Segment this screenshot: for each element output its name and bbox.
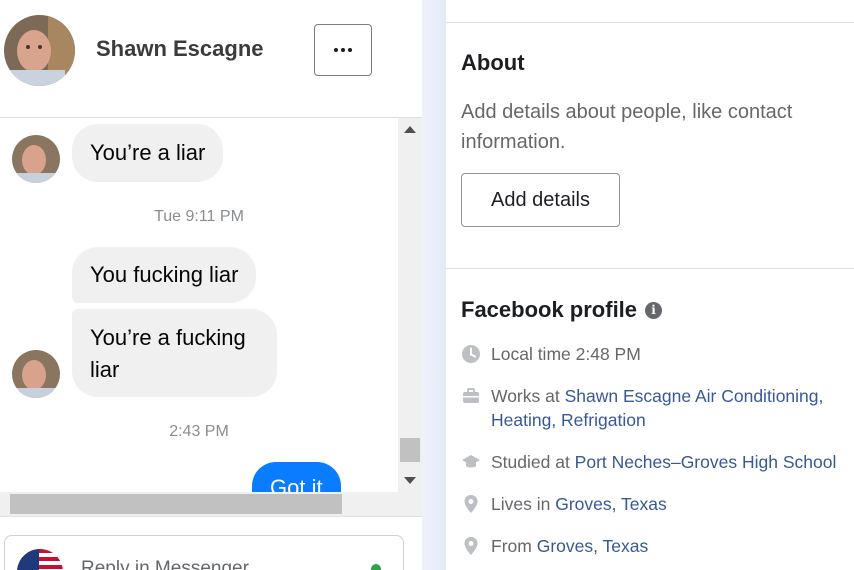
divider (446, 268, 854, 269)
location-pin-icon (464, 495, 478, 513)
reply-input[interactable]: Reply in Messenger (4, 535, 404, 570)
location-pin-icon (464, 537, 478, 555)
scroll-down-icon[interactable] (404, 477, 416, 484)
chat-pane: Shawn Escagne You’re a liar Tue 9:11 PM … (0, 0, 422, 570)
more-icon (334, 48, 352, 52)
message-bubble[interactable]: You fucking liar (72, 247, 257, 303)
message-bubble[interactable]: You’re a liar (72, 124, 224, 182)
studied-link[interactable]: Port Neches–Groves High School (575, 452, 837, 472)
more-options-button[interactable] (314, 24, 372, 76)
profile-pane: About Add details about people, like con… (446, 0, 854, 570)
from-text: From Groves, Texas (491, 534, 854, 558)
online-status-dot (371, 564, 381, 570)
sender-avatar[interactable] (12, 350, 60, 398)
user-avatar (17, 549, 63, 570)
horizontal-scrollbar[interactable] (0, 492, 398, 516)
from-prefix: From (491, 536, 537, 556)
works-text: Works at Shawn Escagne Air Conditioning,… (491, 384, 854, 432)
vertical-scrollbar[interactable] (398, 118, 422, 492)
about-description: Add details about people, like contact i… (461, 101, 793, 153)
chat-header: Shawn Escagne (0, 0, 422, 118)
message-thread[interactable]: You’re a liar Tue 9:11 PM You fucking li… (0, 118, 398, 492)
message-line: You’re a fucking (90, 325, 246, 350)
info-icon[interactable]: i (645, 301, 663, 319)
message-line: liar (90, 357, 120, 382)
lives-prefix: Lives in (491, 494, 556, 514)
scroll-thumb[interactable] (400, 438, 420, 462)
divider (446, 22, 854, 23)
about-heading: About (461, 50, 525, 75)
briefcase-icon (463, 388, 479, 403)
contact-name[interactable]: Shawn Escagne (96, 36, 264, 62)
reply-placeholder: Reply in Messenger (81, 558, 249, 570)
studied-prefix: Studied at (491, 452, 575, 472)
add-details-button[interactable]: Add details (461, 173, 620, 227)
sent-message-bubble[interactable]: Got it (252, 462, 341, 492)
local-time-text: Local time 2:48 PM (491, 344, 641, 364)
message-bubble[interactable]: You’re a fucking liar (72, 309, 277, 397)
scroll-thumb[interactable] (10, 494, 342, 514)
lives-text: Lives in Groves, Texas (491, 492, 854, 516)
studied-text: Studied at Port Neches–Groves High Schoo… (491, 450, 854, 474)
contact-avatar[interactable] (4, 15, 75, 86)
message-timestamp: Tue 9:11 PM (154, 208, 244, 225)
scroll-up-icon[interactable] (404, 126, 416, 133)
reply-bar: Reply in Messenger (0, 516, 422, 570)
works-prefix: Works at (491, 386, 565, 406)
lives-link[interactable]: Groves, Texas (555, 494, 667, 514)
pane-divider (422, 0, 446, 570)
graduation-cap-icon (462, 455, 480, 468)
facebook-profile-heading: Facebook profile i (461, 297, 663, 323)
scrollbar-corner (398, 492, 422, 516)
from-link[interactable]: Groves, Texas (537, 536, 649, 556)
message-timestamp: 2:43 PM (169, 423, 229, 440)
sender-avatar[interactable] (12, 135, 60, 183)
facebook-profile-title: Facebook profile (461, 297, 638, 322)
clock-icon (462, 345, 480, 363)
